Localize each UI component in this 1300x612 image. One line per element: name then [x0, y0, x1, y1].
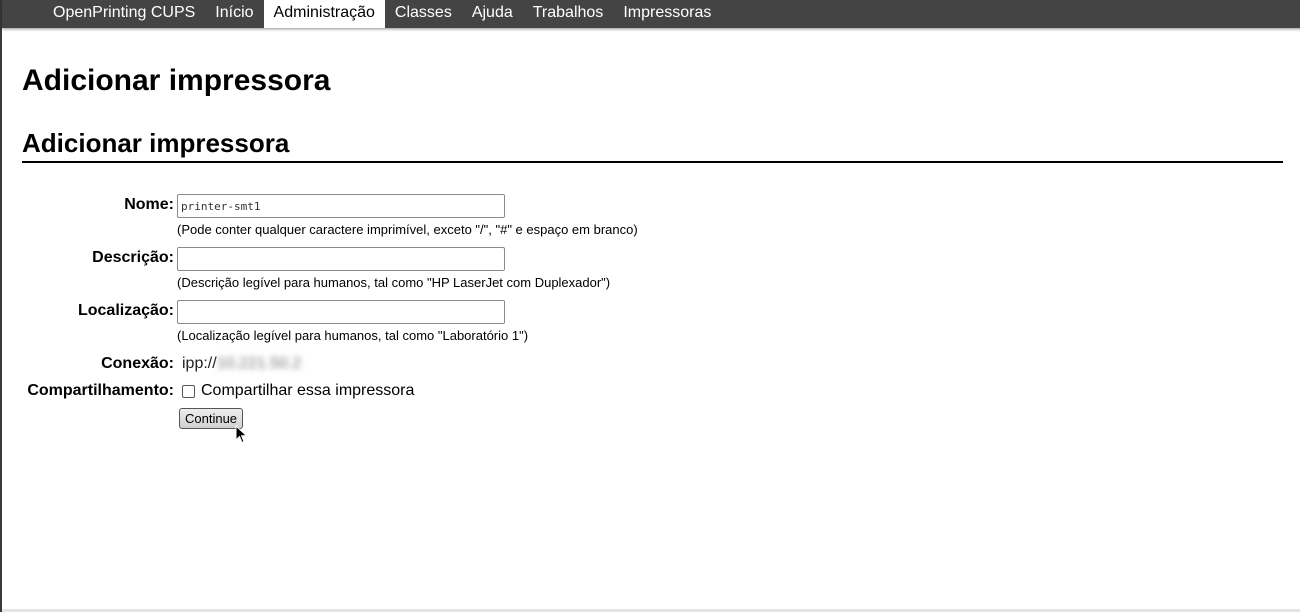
connection-address-redacted: 10.221.50.2: [216, 355, 302, 372]
nav-classes[interactable]: Classes: [385, 0, 462, 28]
sharing-row: Compartilhamento: Compartilhar essa impr…: [22, 380, 922, 400]
page-title: Adicionar impressora: [22, 64, 331, 97]
name-input[interactable]: [177, 194, 505, 218]
name-field-container: (Pode conter qualquer caractere imprimív…: [177, 194, 922, 238]
submit-spacer: [22, 408, 177, 410]
share-printer-checkbox-label[interactable]: Compartilhar essa impressora: [201, 382, 414, 400]
name-label: Nome:: [124, 196, 174, 213]
nav-trabalhos[interactable]: Trabalhos: [523, 0, 614, 28]
cups-page: OpenPrinting CUPS Início Administração C…: [0, 0, 1300, 612]
name-hint: (Pode conter qualquer caractere imprimív…: [177, 222, 638, 237]
nav-openprinting-cups[interactable]: OpenPrinting CUPS: [43, 0, 205, 28]
connection-label: Conexão:: [101, 355, 174, 372]
mouse-cursor-icon: [235, 425, 248, 444]
share-printer-checkbox[interactable]: [182, 384, 195, 398]
nav-inicio[interactable]: Início: [205, 0, 263, 28]
description-label: Descrição:: [92, 249, 174, 266]
description-field-container: (Descrição legível para humanos, tal com…: [177, 247, 922, 291]
location-input[interactable]: [177, 300, 505, 324]
sharing-label: Compartilhamento:: [27, 382, 174, 399]
connection-value: ipp://10.221.50.2: [177, 353, 922, 373]
connection-prefix: ipp://: [182, 355, 217, 372]
location-label: Localização:: [77, 302, 174, 319]
location-row: Localização: (Localização legível para h…: [22, 300, 922, 344]
connection-row: Conexão: ipp://10.221.50.2: [22, 353, 922, 373]
main-content: Adicionar impressora Adicionar impressor…: [22, 28, 1283, 429]
add-printer-form: Nome: (Pode conter qualquer caractere im…: [22, 194, 922, 429]
continue-button[interactable]: Continue: [179, 408, 244, 429]
nav-impressoras[interactable]: Impressoras: [613, 0, 721, 28]
description-input[interactable]: [177, 247, 505, 271]
description-hint: (Descrição legível para humanos, tal com…: [177, 275, 611, 290]
description-row: Descrição: (Descrição legível para human…: [22, 247, 922, 291]
sharing-field: Compartilhar essa impressora: [177, 380, 922, 400]
location-field-container: (Localização legível para humanos, tal c…: [177, 300, 922, 344]
top-navbar: OpenPrinting CUPS Início Administração C…: [2, 0, 1300, 28]
submit-container: Continue: [177, 408, 922, 429]
nav-ajuda[interactable]: Ajuda: [462, 0, 523, 28]
section-title: Adicionar impressora: [22, 128, 1283, 163]
submit-row: Continue: [22, 408, 922, 429]
nav-administracao[interactable]: Administração: [263, 0, 385, 28]
location-hint: (Localização legível para humanos, tal c…: [177, 328, 529, 343]
name-row: Nome: (Pode conter qualquer caractere im…: [22, 194, 922, 238]
